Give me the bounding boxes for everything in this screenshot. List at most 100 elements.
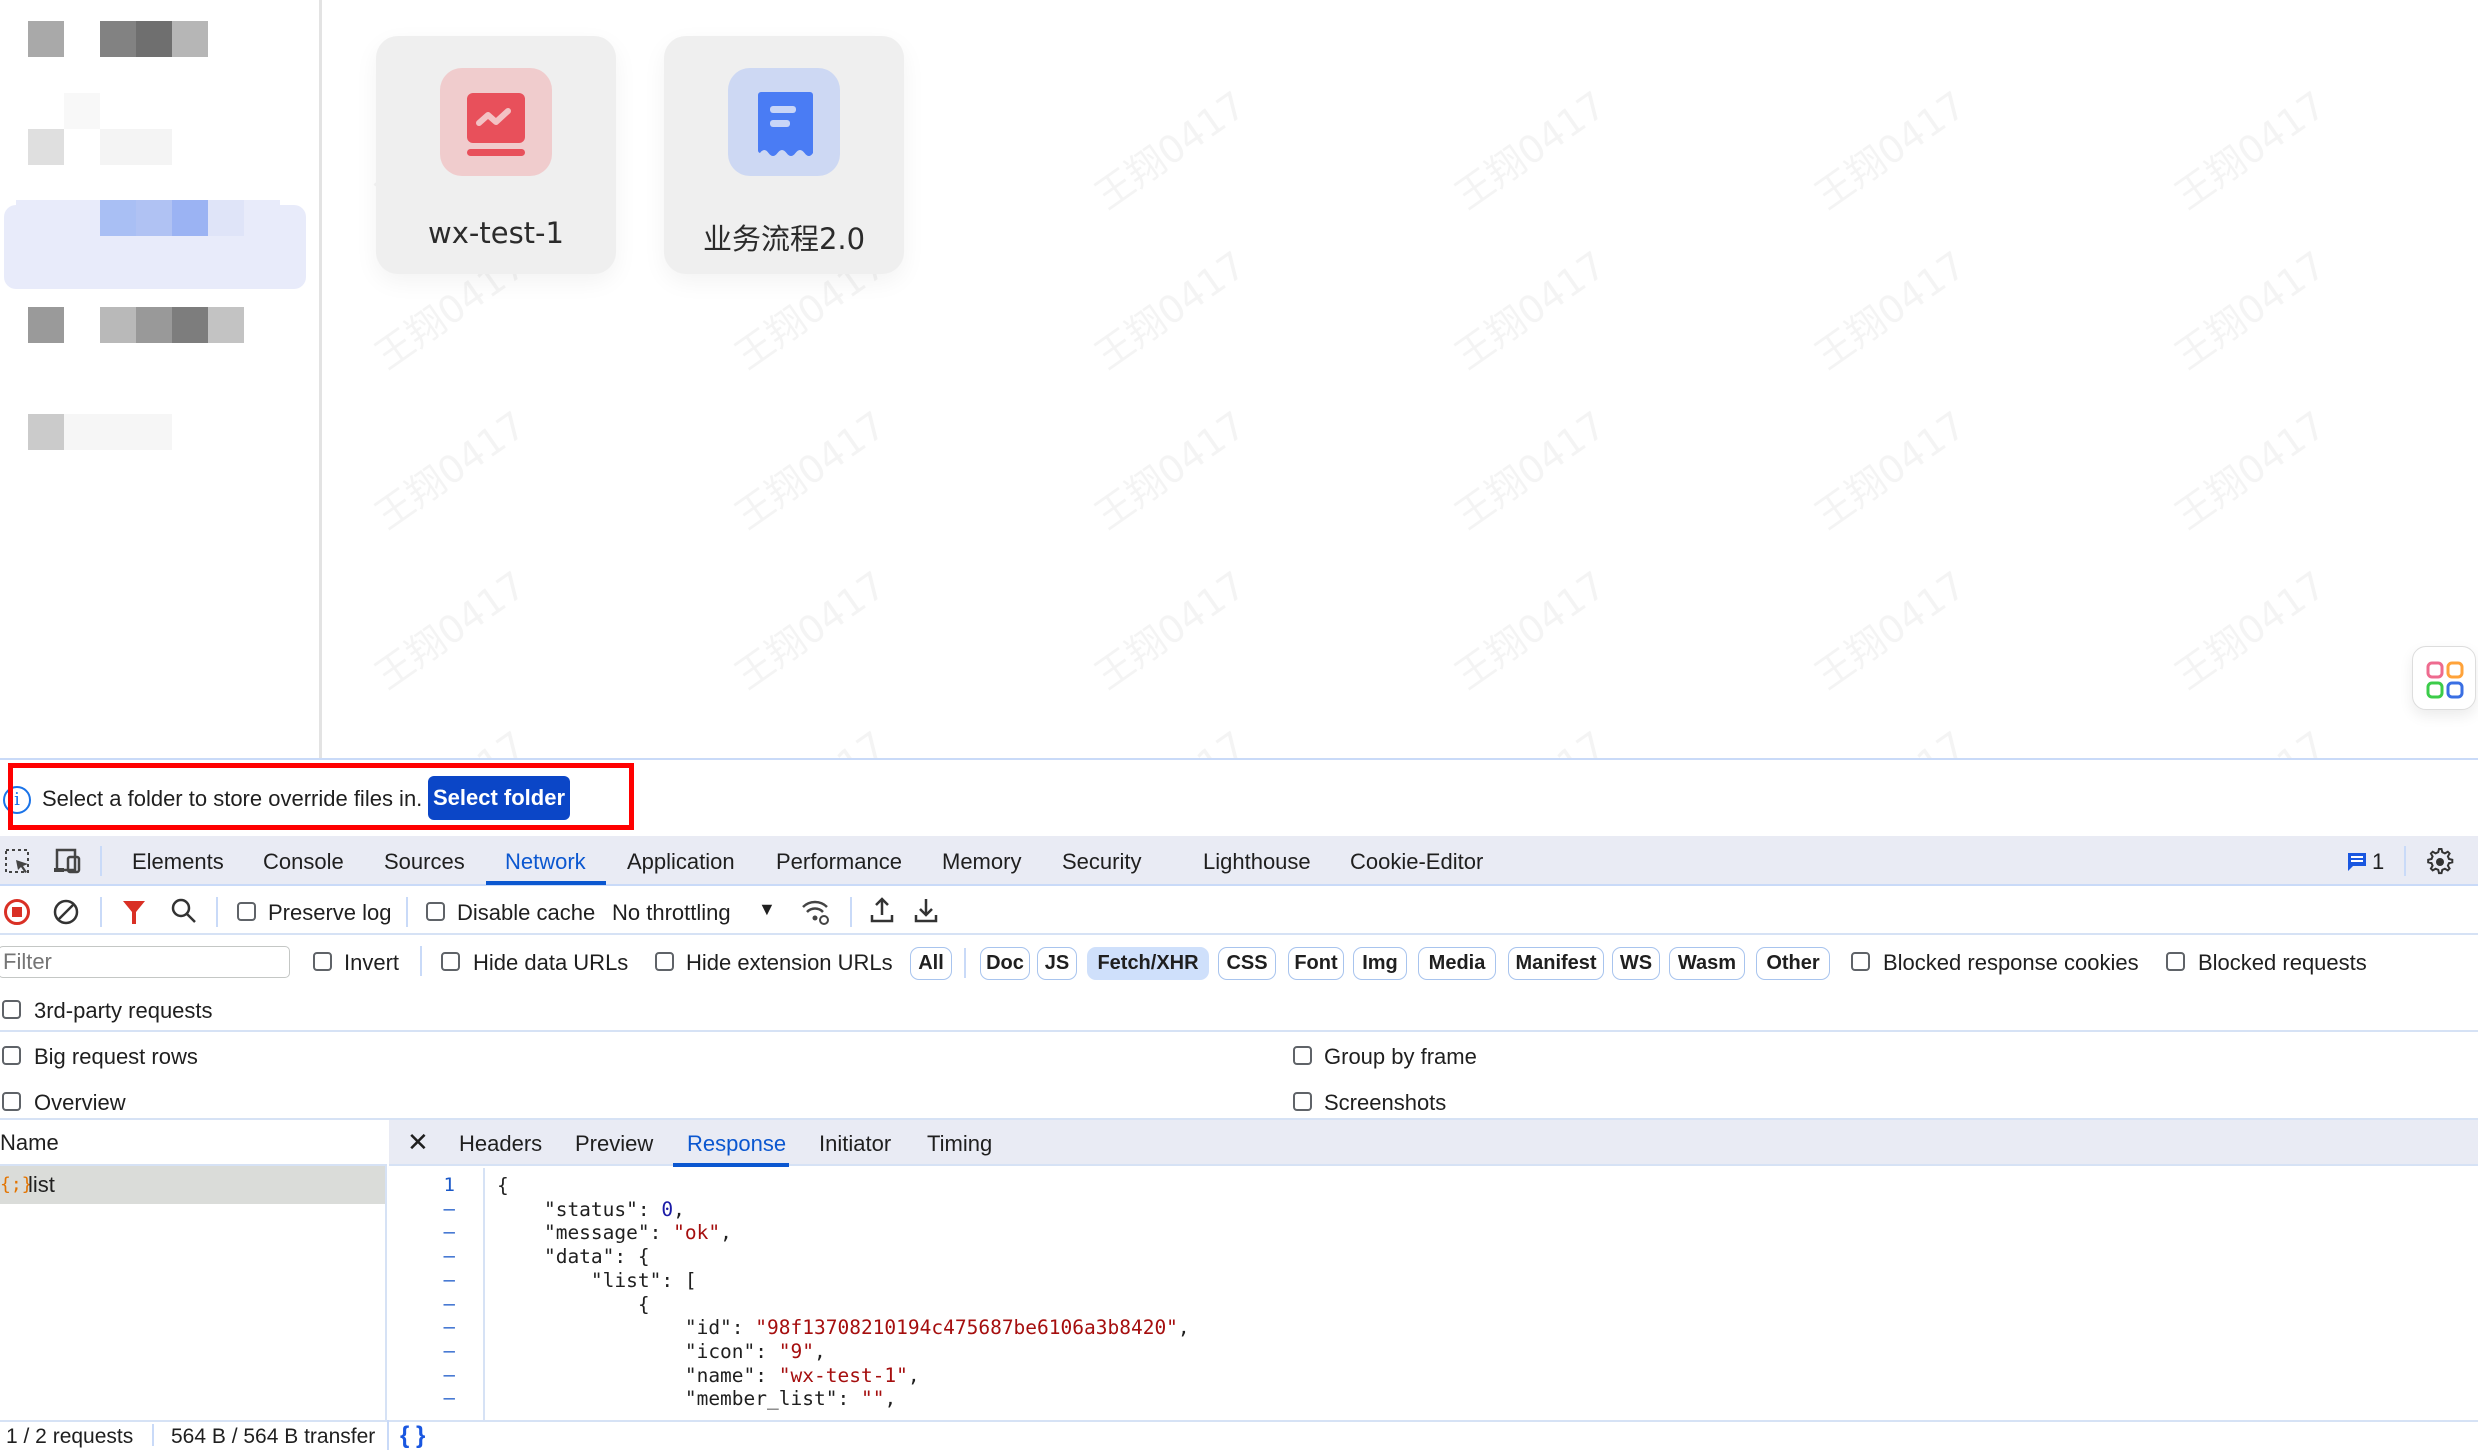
throttling-dropdown-arrow-icon[interactable]: ▼ — [758, 899, 776, 920]
request-row[interactable]: {;} list — [0, 1166, 385, 1204]
tab-console[interactable]: Console — [263, 849, 344, 875]
tab-sources[interactable]: Sources — [384, 849, 465, 875]
overrides-infobar: i Select a folder to store override file… — [0, 760, 2478, 836]
group-by-frame-checkbox[interactable] — [1293, 1046, 1312, 1065]
code-line: "data": { — [497, 1245, 650, 1269]
app-card-business-process[interactable]: 业务流程2.0 — [664, 36, 904, 274]
record-stop-icon[interactable] — [3, 898, 31, 926]
filter-chip-fetch-xhr[interactable]: Fetch/XHR — [1087, 947, 1209, 980]
apps-grid-button[interactable] — [2412, 646, 2476, 710]
tab-elements[interactable]: Elements — [132, 849, 224, 875]
settings-row-2: Big request rows Group by frame — [0, 1032, 2478, 1078]
issues-icon[interactable] — [2346, 851, 2368, 873]
active-tab-indicator — [486, 881, 606, 885]
active-detail-tab-indicator — [673, 1163, 789, 1167]
code-line: "list": [ — [497, 1268, 697, 1292]
tab-performance[interactable]: Performance — [776, 849, 902, 875]
issues-count[interactable]: 1 — [2372, 849, 2384, 875]
watermark-text: 王翔0417 — [1802, 395, 1975, 539]
tab-network[interactable]: Network — [505, 849, 586, 875]
detail-tab-headers[interactable]: Headers — [459, 1131, 542, 1157]
filter-input[interactable] — [0, 946, 290, 978]
highlight-annotation-box — [8, 763, 634, 830]
preserve-log-checkbox[interactable] — [237, 902, 256, 921]
detail-tab-preview[interactable]: Preview — [575, 1131, 653, 1157]
filter-chip-media[interactable]: Media — [1418, 947, 1496, 980]
tab-lighthouse[interactable]: Lighthouse — [1203, 849, 1311, 875]
tab-cookie-editor[interactable]: Cookie-Editor — [1350, 849, 1483, 875]
watermark-text: 王翔0417 — [1442, 555, 1615, 699]
filter-chip-ws[interactable]: WS — [1612, 947, 1660, 980]
settings-row-1: 3rd-party requests — [0, 986, 2478, 1032]
name-column-header[interactable]: Name — [0, 1120, 387, 1166]
hide-extension-urls-checkbox[interactable] — [655, 952, 674, 971]
invert-checkbox[interactable] — [313, 952, 332, 971]
filter-chip-css[interactable]: CSS — [1218, 947, 1276, 980]
devtools-tabbar: Elements Console Sources Network Application… — [0, 836, 2478, 886]
filter-chip-manifest[interactable]: Manifest — [1508, 947, 1604, 980]
watermark-text: 王翔0417 — [2162, 235, 2335, 379]
watermark-text: 王翔0417 — [2162, 395, 2335, 539]
blocked-requests-checkbox[interactable] — [2166, 952, 2185, 971]
blocked-requests-label: Blocked requests — [2198, 950, 2367, 975]
filter-chip-doc[interactable]: Doc — [980, 947, 1030, 980]
line-number: – — [443, 1363, 455, 1386]
network-status-bar: 1 / 2 requests 564 B / 564 B transfer { … — [0, 1420, 2478, 1450]
search-icon[interactable] — [170, 897, 198, 925]
filter-chip-img[interactable]: Img — [1353, 947, 1407, 980]
disable-cache-label: Disable cache — [457, 900, 596, 925]
filter-chip-all[interactable]: All — [910, 947, 952, 980]
line-number: – — [443, 1292, 455, 1315]
detail-tab-initiator[interactable]: Initiator — [819, 1131, 891, 1157]
app-card-wx-test-1[interactable]: wx-test-1 — [376, 36, 616, 274]
network-conditions-icon[interactable] — [800, 897, 832, 927]
detail-tab-timing[interactable]: Timing — [927, 1131, 992, 1157]
filter-chip-font[interactable]: Font — [1288, 947, 1344, 980]
tab-memory[interactable]: Memory — [942, 849, 1021, 875]
line-number: – — [443, 1387, 455, 1410]
network-toolbar: Preserve log Disable cache No throttling… — [0, 887, 2478, 935]
third-party-checkbox[interactable] — [2, 1000, 21, 1019]
filter-chip-other[interactable]: Other — [1756, 947, 1830, 980]
web-app: 王翔0417 王翔0417 王翔0417 王翔0417 王翔0417 王翔0417 王翔04… — [0, 0, 2478, 760]
code-line: { — [497, 1174, 509, 1197]
code-line: "member_list": "", — [497, 1387, 897, 1411]
tab-security[interactable]: Security — [1062, 849, 1141, 875]
blocked-response-cookies-checkbox[interactable] — [1851, 952, 1870, 971]
watermark-text: 王翔0417 — [1082, 555, 1255, 699]
request-detail: ✕ Headers Preview Response Initiator Timing … — [389, 1120, 2478, 1422]
throttling-select[interactable]: No throttling — [612, 900, 731, 926]
screenshots-checkbox[interactable] — [1293, 1092, 1312, 1111]
devtools-panel: i Select a folder to store override file… — [0, 758, 2478, 1450]
filter-icon[interactable] — [121, 898, 147, 926]
code-line: "name": "wx-test-1", — [497, 1363, 920, 1387]
request-count: 1 / 2 requests — [6, 1425, 134, 1448]
device-toolbar-icon[interactable] — [52, 848, 84, 876]
filter-chip-wasm[interactable]: Wasm — [1669, 947, 1745, 980]
watermark-text: 王翔0417 — [1082, 395, 1255, 539]
overview-checkbox[interactable] — [2, 1092, 21, 1111]
invert-label: Invert — [344, 950, 400, 975]
disable-cache-checkbox[interactable] — [426, 902, 445, 921]
hide-data-urls-checkbox[interactable] — [441, 952, 460, 971]
export-har-icon[interactable] — [912, 895, 940, 925]
overview-label: Overview — [34, 1090, 126, 1115]
clear-icon[interactable] — [52, 898, 80, 926]
watermark-text: 王翔0417 — [722, 715, 895, 760]
preserve-log-label: Preserve log — [268, 900, 392, 925]
line-number: – — [443, 1268, 455, 1291]
tab-application[interactable]: Application — [627, 849, 735, 875]
network-requests-panel: Name {;} list ✕ Headers Preview Response In… — [0, 1118, 2478, 1422]
inspect-element-icon[interactable] — [4, 848, 32, 876]
chart-board-icon — [467, 93, 525, 156]
watermark-text: 王翔0417 — [2162, 555, 2335, 699]
close-detail-icon[interactable]: ✕ — [407, 1127, 429, 1158]
detail-tab-response[interactable]: Response — [687, 1131, 786, 1157]
settings-gear-icon[interactable] — [2424, 846, 2454, 876]
import-har-icon[interactable] — [868, 895, 896, 925]
group-by-frame-label: Group by frame — [1324, 1044, 1477, 1069]
filter-chip-js[interactable]: JS — [1037, 947, 1077, 980]
line-number: – — [443, 1245, 455, 1268]
line-number: – — [443, 1221, 455, 1244]
big-request-rows-checkbox[interactable] — [2, 1046, 21, 1065]
